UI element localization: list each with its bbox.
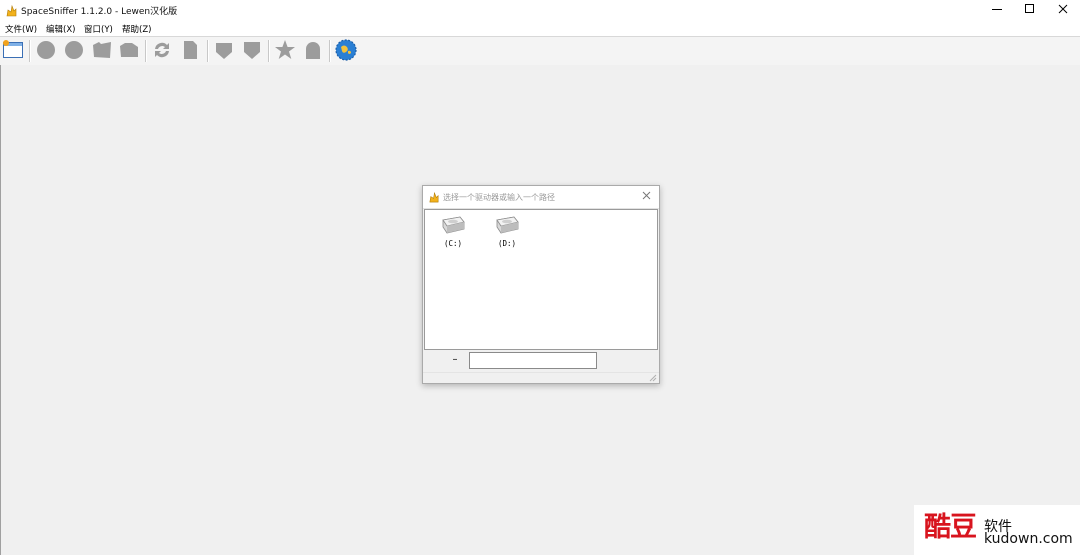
drive-label: (D:) <box>497 239 517 248</box>
watermark: 酷豆 软件 kudown.com <box>914 505 1080 555</box>
toolbar-separator <box>145 40 147 62</box>
drive-c[interactable]: (C:) <box>433 214 473 250</box>
dialog-title: 选择一个驱动器或输入一个路径 <box>443 193 555 202</box>
globe-icon <box>335 38 357 64</box>
dialog-title-bar: 选择一个驱动器或输入一个路径 <box>423 186 659 209</box>
hard-drive-icon <box>440 216 466 239</box>
refresh-icon <box>151 40 173 63</box>
folder-icon <box>91 40 113 63</box>
toolbar-separator <box>29 40 31 62</box>
toolbar-button-9[interactable] <box>274 39 296 63</box>
close-icon <box>1058 4 1068 17</box>
menu-window[interactable]: 窗口(Y) <box>84 23 113 35</box>
maximize-icon <box>1025 4 1035 17</box>
circle-icon <box>36 40 56 63</box>
toolbar-separator <box>268 40 270 62</box>
toolbar-button-7[interactable] <box>213 41 235 61</box>
watermark-url: kudown.com <box>984 531 1073 547</box>
menu-bar: 文件(W) 编辑(X) 窗口(Y) 帮助(Z) <box>0 21 1080 36</box>
toolbar-button-4[interactable] <box>118 41 140 61</box>
circle-icon <box>64 40 84 63</box>
dialog-close-button[interactable] <box>640 191 652 203</box>
toolbar-separator <box>207 40 209 62</box>
path-input[interactable] <box>469 352 597 369</box>
minimize-button[interactable] <box>980 0 1014 21</box>
toolbar-button-3[interactable] <box>91 41 113 61</box>
watermark-logo: 酷豆 <box>924 512 977 543</box>
minimize-icon <box>992 4 1002 17</box>
toolbar-button-8[interactable] <box>241 41 263 61</box>
title-bar: SpaceSniffer 1.1.2.0 - Lewen汉化版 <box>0 0 1080 21</box>
drive-list: (C:) (D:) <box>424 209 658 350</box>
toolbar-separator <box>329 40 331 62</box>
star-icon <box>274 39 296 63</box>
hard-drive-icon <box>494 216 520 239</box>
close-button[interactable] <box>1046 0 1080 21</box>
document-icon <box>180 40 200 63</box>
menu-help[interactable]: 帮助(Z) <box>122 23 151 35</box>
shield-icon <box>242 40 262 63</box>
spacesniffer-app-icon <box>5 4 18 17</box>
toolbar-button-1[interactable] <box>35 40 57 63</box>
folder-icon <box>118 40 140 63</box>
toolbar-button-6[interactable] <box>179 40 201 63</box>
new-scan-window-icon <box>2 39 24 63</box>
menu-file[interactable]: 文件(W) <box>5 23 37 35</box>
close-icon <box>642 191 651 203</box>
ghost-icon <box>303 40 323 63</box>
new-scan-button[interactable] <box>2 39 24 63</box>
toolbar-button-2[interactable] <box>63 40 85 63</box>
window-title: SpaceSniffer 1.1.2.0 - Lewen汉化版 <box>21 7 178 17</box>
toolbar-button-10[interactable] <box>302 41 324 61</box>
toolbar <box>0 36 1080 66</box>
dialog-divider <box>423 372 659 373</box>
toolbar-button-11[interactable] <box>335 38 357 64</box>
drive-d[interactable]: (D:) <box>487 214 527 250</box>
resize-grip-icon[interactable] <box>649 374 657 382</box>
maximize-button[interactable] <box>1013 0 1047 21</box>
shield-icon <box>214 40 234 63</box>
drive-label: (C:) <box>443 239 463 248</box>
spacesniffer-app-icon <box>428 191 440 203</box>
path-browse-button[interactable]: – <box>449 355 461 367</box>
refresh-button[interactable] <box>151 41 173 61</box>
drive-select-dialog: 选择一个驱动器或输入一个路径 (C:) (D:) – <box>422 185 660 384</box>
menu-edit[interactable]: 编辑(X) <box>46 23 75 35</box>
